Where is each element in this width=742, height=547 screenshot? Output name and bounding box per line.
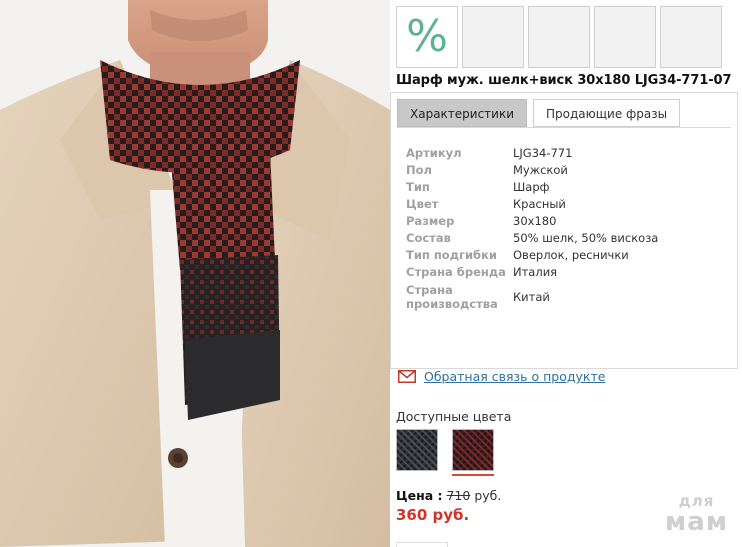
spec-key: Артикул <box>406 146 462 160</box>
table-row: Артикул LJG34-771 <box>406 145 726 162</box>
tab-divider <box>397 127 731 128</box>
percent-icon: % <box>406 11 448 62</box>
dark-grey-swatch[interactable] <box>396 429 438 471</box>
table-row: Состав 50% шелк, 50% вискоза <box>406 230 726 247</box>
table-row: Пол Мужской <box>406 162 726 179</box>
color-swatches <box>396 429 494 476</box>
feedback-link[interactable]: Обратная связь о продукте <box>424 369 605 384</box>
spec-key: Пол <box>406 163 432 177</box>
spec-key: Страна производства <box>406 283 498 311</box>
thumbnail[interactable] <box>594 6 656 68</box>
spec-value: Италия <box>513 265 558 279</box>
spec-key: Состав <box>406 231 451 245</box>
thumbnail-strip: % <box>396 6 722 68</box>
thumbnail[interactable] <box>462 6 524 68</box>
available-colors-label: Доступные цвета <box>396 409 512 424</box>
table-row: Тип Шарф <box>406 179 726 196</box>
spec-key: Цвет <box>406 197 439 211</box>
product-photo[interactable] <box>0 0 390 547</box>
red-swatch[interactable] <box>452 429 494 476</box>
spec-value: Мужской <box>513 163 568 177</box>
thumbnail[interactable] <box>660 6 722 68</box>
price-label: Цена : <box>396 488 443 503</box>
currency: руб. <box>474 488 502 503</box>
spec-value: Китай <box>513 289 550 304</box>
watermark-logo: для мам <box>664 494 728 537</box>
table-row: Страна производства Китай <box>406 281 726 311</box>
tab-selling-phrases[interactable]: Продающие фразы <box>533 99 681 127</box>
discount-badge-thumb[interactable]: % <box>396 6 458 68</box>
spec-value: Шарф <box>513 180 550 194</box>
bottom-button-stub[interactable] <box>396 542 448 547</box>
tab-bar: Характеристики Продающие фразы <box>397 99 681 127</box>
price-line: Цена : 710 руб. <box>396 488 501 503</box>
table-row: Цвет Красный <box>406 196 726 213</box>
table-row: Страна бренда Италия <box>406 264 726 281</box>
specs-table: Артикул LJG34-771 Пол Мужской Тип Шарф Ц… <box>406 145 726 311</box>
table-row: Размер 30x180 <box>406 213 726 230</box>
spec-value: 50% шелк, 50% вискоза <box>513 231 659 245</box>
spec-value: Оверлок, реснички <box>513 248 629 262</box>
thumbnail[interactable] <box>528 6 590 68</box>
spec-key: Страна бренда <box>406 265 506 279</box>
spec-key: Размер <box>406 214 455 228</box>
watermark-line: мам <box>664 507 728 537</box>
spec-value: Красный <box>513 197 566 211</box>
table-row: Тип подгибки Оверлок, реснички <box>406 247 726 264</box>
old-price: 710 <box>446 488 471 503</box>
spec-key: Тип подгибки <box>406 248 497 262</box>
new-price: 360 руб. <box>396 506 470 524</box>
product-title: Шарф муж. шелк+виск 30x180 LJG34-771-07 <box>396 73 732 88</box>
tab-characteristics[interactable]: Характеристики <box>397 99 528 127</box>
spec-value: LJG34-771 <box>513 146 573 160</box>
feedback-row: Обратная связь о продукте <box>398 369 605 384</box>
characteristics-panel: Характеристики Продающие фразы Артикул L… <box>390 92 738 369</box>
envelope-icon <box>398 370 416 383</box>
spec-key: Тип <box>406 180 430 194</box>
spec-value: 30x180 <box>513 214 557 228</box>
